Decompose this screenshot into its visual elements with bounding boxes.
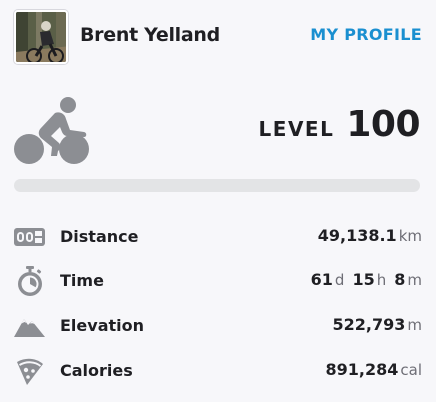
- calories-label: Calories: [60, 361, 133, 380]
- time-value: 61 d 15 h 8 m: [311, 270, 422, 289]
- elevation-unit: m: [407, 316, 422, 334]
- time-minutes: 8: [394, 270, 406, 289]
- level-display: LEVEL 100: [258, 104, 421, 145]
- level-section: LEVEL 100: [14, 94, 422, 170]
- time-days: 61: [310, 270, 333, 289]
- my-profile-link[interactable]: MY PROFILE: [310, 25, 422, 44]
- stopwatch-icon: [18, 266, 42, 296]
- odometer-icon: [14, 228, 45, 246]
- calories-unit: cal: [400, 361, 422, 379]
- stat-row-distance: Distance 49,138.1 km: [14, 222, 422, 252]
- calories-number: 891,284: [325, 360, 399, 379]
- bike-icon: [14, 97, 89, 164]
- profile-header: Brent Yelland MY PROFILE: [14, 10, 422, 64]
- stat-row-calories: Calories 891,284 cal: [14, 356, 422, 386]
- stat-row-time: Time 61 d 15 h 8 m: [14, 266, 422, 296]
- avatar-image: [16, 12, 66, 62]
- stat-row-elevation: Elevation 522,793 m: [14, 311, 422, 341]
- distance-label: Distance: [60, 227, 139, 246]
- distance-number: 49,138.1: [317, 226, 397, 245]
- calories-value: 891,284 cal: [326, 360, 422, 379]
- distance-unit: km: [398, 227, 422, 245]
- user-name: Brent Yelland: [80, 24, 220, 46]
- time-label: Time: [60, 271, 104, 290]
- level-progress-bar: [14, 179, 420, 192]
- time-hours: 15: [352, 270, 375, 289]
- elevation-number: 522,793: [332, 315, 406, 334]
- mountain-icon: [14, 319, 45, 337]
- elevation-label: Elevation: [60, 316, 145, 335]
- level-label: LEVEL: [258, 117, 335, 141]
- time-minutes-unit: m: [407, 271, 422, 289]
- level-value: 100: [346, 104, 420, 145]
- avatar[interactable]: [14, 10, 68, 64]
- time-days-unit: d: [334, 271, 345, 289]
- elevation-value: 522,793 m: [333, 315, 423, 334]
- time-hours-unit: h: [376, 271, 387, 289]
- pizza-icon: [17, 358, 43, 385]
- distance-value: 49,138.1 km: [318, 226, 422, 245]
